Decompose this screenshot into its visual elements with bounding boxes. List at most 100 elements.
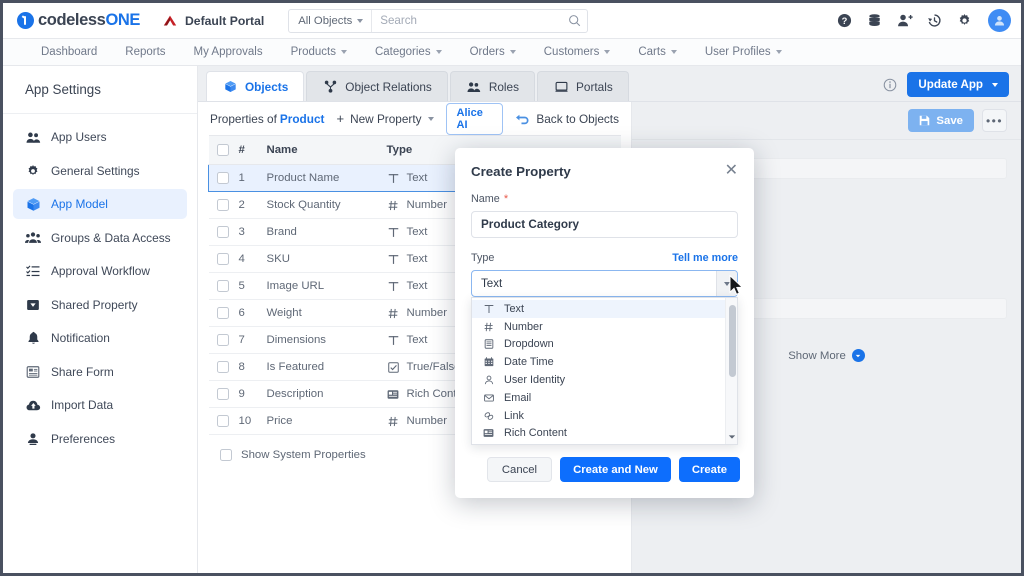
row-checkbox[interactable] [217, 334, 229, 346]
sidebar-item-import-data[interactable]: Import Data [13, 390, 187, 420]
sidebar-item-shared-property[interactable]: Shared Property [13, 290, 187, 320]
cancel-button[interactable]: Cancel [487, 457, 552, 482]
search-scope-selector[interactable]: All Objects [289, 10, 372, 32]
more-options-button[interactable]: ••• [982, 109, 1007, 132]
sidebar-item-groups-data-access[interactable]: Groups & Data Access [13, 223, 187, 253]
info-icon[interactable] [883, 78, 897, 92]
dropdown-scroll-thumb[interactable] [729, 305, 736, 377]
row-checkbox[interactable] [217, 361, 229, 373]
dropdown-scroll-down-button[interactable] [726, 431, 738, 443]
type-select[interactable]: Text [471, 270, 738, 297]
search-button[interactable] [561, 10, 587, 32]
alice-ai-button[interactable]: Alice AI [446, 103, 504, 135]
sidebar-item-label: Approval Workflow [51, 264, 150, 278]
nav-item-products[interactable]: Products [277, 39, 361, 65]
nav-item-customers[interactable]: Customers [530, 39, 625, 65]
row-number: 1 [235, 165, 263, 192]
nav-item-categories[interactable]: Categories [361, 39, 456, 65]
sidebar-item-app-model[interactable]: App Model [13, 189, 187, 219]
sidebar-item-approval-workflow[interactable]: Approval Workflow [13, 256, 187, 286]
nav-item-orders[interactable]: Orders [456, 39, 530, 65]
row-checkbox[interactable] [217, 388, 229, 400]
close-icon[interactable]: ✕ [725, 163, 738, 179]
type-options-dropdown[interactable]: Text Number Dropdown Date Time [471, 297, 738, 445]
sidebar-item-share-form[interactable]: Share Form [13, 357, 187, 387]
portal-logo-icon [162, 14, 178, 28]
type-option-label: Text [504, 303, 524, 315]
tab-objects[interactable]: Objects [206, 71, 304, 101]
type-option-email[interactable]: Email [472, 389, 737, 407]
back-arrow-icon [515, 113, 529, 125]
top-bar-icons: ? [836, 9, 1011, 32]
row-checkbox[interactable] [217, 415, 229, 427]
nav-item-user-profiles[interactable]: User Profiles [691, 39, 796, 65]
gear-icon[interactable] [956, 12, 973, 29]
sidebar-item-app-users[interactable]: App Users [13, 122, 187, 152]
add-user-icon[interactable] [896, 12, 913, 29]
row-checkbox[interactable] [217, 172, 229, 184]
modal-footer: Cancel Create and New Create [455, 457, 754, 498]
chevron-down-circle-icon [852, 349, 865, 362]
update-app-button[interactable]: Update App [907, 72, 1009, 97]
nav-item-reports[interactable]: Reports [111, 39, 179, 65]
tell-me-more-link[interactable]: Tell me more [672, 252, 738, 264]
new-property-button[interactable]: + New Property [336, 112, 433, 126]
create-and-new-button[interactable]: Create and New [560, 457, 671, 482]
type-option-text[interactable]: Text [472, 300, 737, 318]
properties-of-label: Properties ofProduct [210, 112, 324, 126]
avatar[interactable] [988, 9, 1011, 32]
row-checkbox[interactable] [217, 199, 229, 211]
type-select-arrow[interactable] [716, 271, 737, 296]
type-option-label: Dropdown [504, 338, 554, 350]
nav-item-dashboard[interactable]: Dashboard [27, 39, 111, 65]
nav-item-carts[interactable]: Carts [624, 39, 690, 65]
chevron-down-icon [776, 50, 782, 54]
sidebar-item-preferences[interactable]: Preferences [13, 424, 187, 454]
save-button[interactable]: Save [908, 109, 974, 132]
properties-object-name[interactable]: Product [280, 112, 325, 126]
row-name: Weight [263, 300, 383, 327]
type-option-user-identity[interactable]: User Identity [472, 371, 737, 389]
row-checkbox[interactable] [217, 280, 229, 292]
main-nav: Dashboard Reports My Approvals Products … [3, 39, 1021, 66]
type-option-label: Number [504, 321, 543, 333]
show-system-properties-checkbox[interactable] [220, 449, 232, 461]
app-logo[interactable]: codelessONE [17, 11, 140, 30]
back-to-objects-button[interactable]: Back to Objects [515, 112, 619, 126]
dropdown-scrollbar[interactable] [725, 298, 737, 444]
row-checkbox[interactable] [217, 226, 229, 238]
type-option-number[interactable]: Number [472, 318, 737, 336]
create-button[interactable]: Create [679, 457, 740, 482]
database-icon[interactable] [866, 12, 883, 29]
tab-label: Objects [245, 80, 288, 94]
type-option-link[interactable]: Link [472, 407, 737, 425]
chevron-down-icon [341, 50, 347, 54]
history-icon[interactable] [926, 12, 943, 29]
tab-portals[interactable]: Portals [537, 71, 629, 101]
nav-item-my-approvals[interactable]: My Approvals [180, 39, 277, 65]
tab-roles[interactable]: Roles [450, 71, 535, 101]
checkbox-icon [387, 362, 400, 373]
row-name: Price [263, 408, 383, 435]
name-input[interactable] [471, 211, 738, 238]
select-all-checkbox[interactable] [217, 144, 229, 156]
search-input[interactable] [372, 10, 561, 32]
chevron-down-icon [436, 50, 442, 54]
type-option-rich-content[interactable]: Rich Content [472, 425, 737, 443]
help-icon[interactable]: ? [836, 12, 853, 29]
type-option-date-time[interactable]: Date Time [472, 353, 737, 371]
modal-body: Name * Type Tell me more Text Text [455, 179, 754, 457]
rich-icon [482, 428, 495, 438]
portal-name: Default Portal [185, 14, 264, 28]
tab-object-relations[interactable]: Object Relations [306, 71, 448, 101]
sidebar-item-notification[interactable]: Notification [13, 323, 187, 353]
search-scope-label: All Objects [298, 15, 352, 27]
row-checkbox[interactable] [217, 307, 229, 319]
type-option-dropdown[interactable]: Dropdown [472, 336, 737, 354]
portal-selector[interactable]: Default Portal [162, 14, 264, 28]
row-checkbox[interactable] [217, 253, 229, 265]
tag-icon [25, 297, 41, 313]
save-label: Save [936, 115, 963, 127]
required-marker: * [504, 193, 508, 205]
sidebar-item-general-settings[interactable]: General Settings [13, 156, 187, 186]
